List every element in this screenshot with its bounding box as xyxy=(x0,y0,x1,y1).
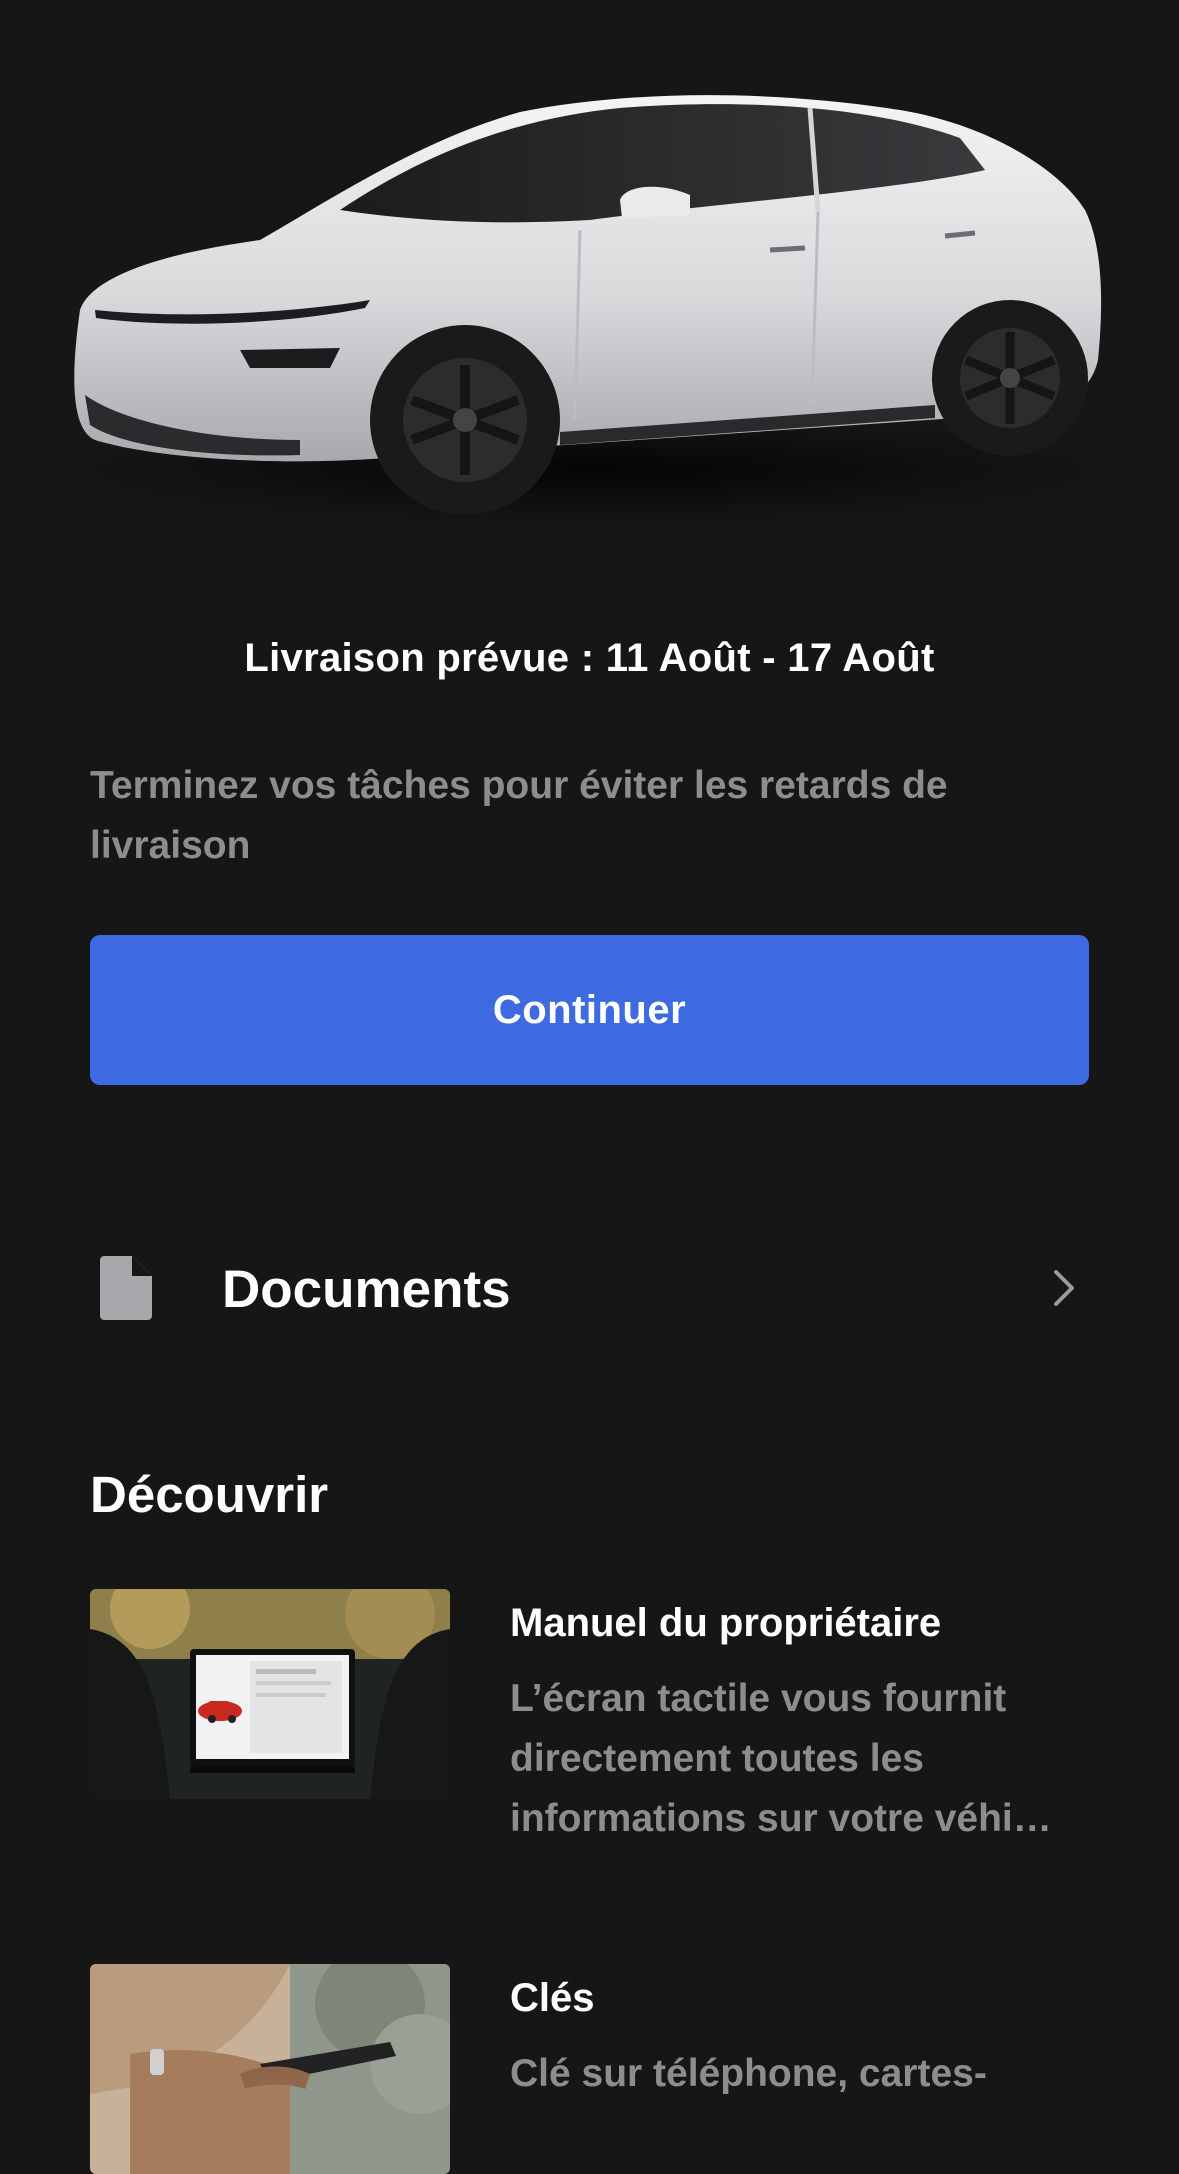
keys-card[interactable]: Clés Clé sur téléphone, cartes- xyxy=(90,1964,1090,2174)
vehicle-image xyxy=(0,0,1179,590)
documents-row[interactable]: Documents xyxy=(0,1230,1179,1345)
keys-description: Clé sur téléphone, cartes- xyxy=(510,2052,987,2095)
keys-title: Clés xyxy=(510,1976,595,2020)
owners-manual-title: Manuel du propriétaire xyxy=(510,1601,942,1645)
document-icon xyxy=(100,1256,152,1320)
owners-manual-thumbnail xyxy=(90,1589,450,1799)
delivery-estimate: Livraison prévue : 11 Août - 17 Août xyxy=(244,636,935,680)
discover-heading: Découvrir xyxy=(90,1466,329,1523)
owners-manual-card[interactable]: Manuel du propriétaire L’écran tactile v… xyxy=(90,1589,1090,1849)
documents-label: Documents xyxy=(222,1260,511,1319)
keys-thumbnail xyxy=(90,1964,450,2174)
owners-manual-description: L’écran tactile vous fournit directement… xyxy=(510,1677,1052,1840)
tasks-message: Terminez vos tâches pour éviter les reta… xyxy=(90,764,948,867)
continue-button[interactable]: Continuer xyxy=(90,935,1089,1085)
chevron-right-icon xyxy=(1050,1266,1078,1310)
